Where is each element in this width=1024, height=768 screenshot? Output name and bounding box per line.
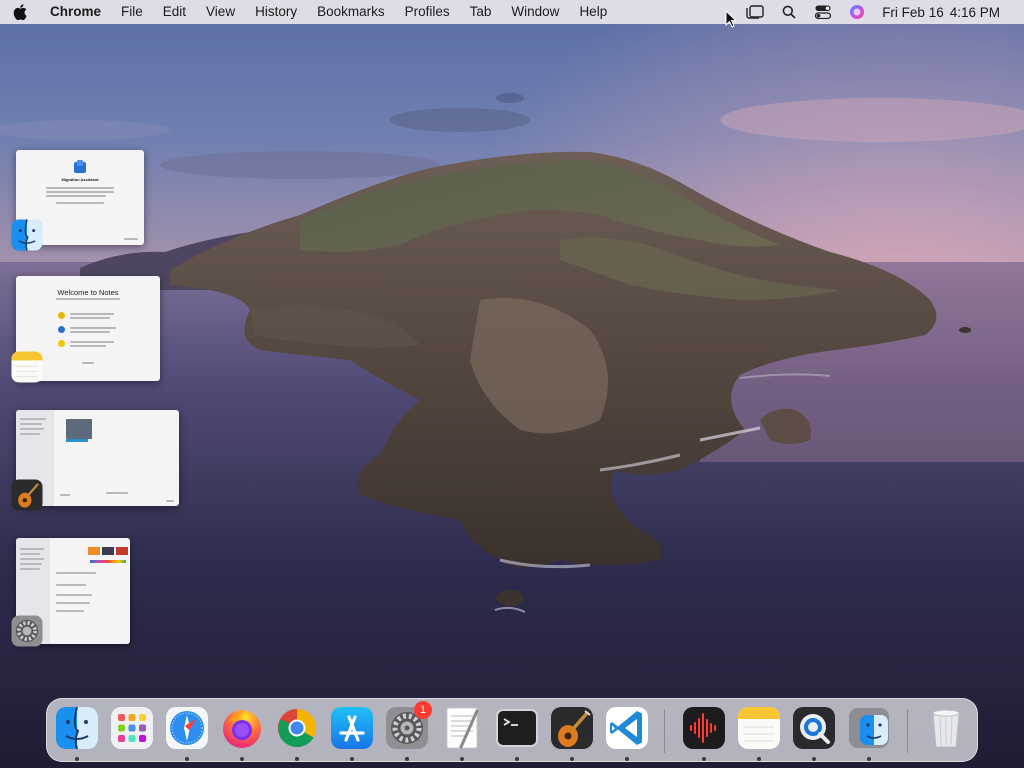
mouse-pointer-icon [725, 9, 738, 33]
running-indicator [702, 757, 706, 761]
dock-item-notes[interactable] [736, 705, 782, 751]
stage-window-notes[interactable]: Welcome to Notes [10, 276, 162, 386]
running-indicator [75, 757, 79, 761]
spotlight-search-icon[interactable] [778, 1, 800, 23]
clock-time: 4:16 PM [949, 4, 1000, 20]
dock-item-launchpad[interactable] [109, 705, 155, 751]
dock-item-safari[interactable] [164, 705, 210, 751]
finder-icon [56, 706, 98, 750]
menu-profiles[interactable]: Profiles [395, 0, 460, 24]
dock-item-chrome[interactable] [274, 705, 320, 751]
thumbnail-title: Welcome to Notes [57, 288, 119, 297]
apple-menu-icon[interactable] [0, 4, 40, 20]
terminal-icon [496, 709, 538, 747]
running-indicator [350, 757, 354, 761]
running-indicator [185, 757, 189, 761]
dock-item-garageband[interactable] [549, 705, 595, 751]
vscode-icon [606, 707, 648, 749]
dock-item-vscode[interactable] [604, 705, 650, 751]
garageband-icon [10, 478, 44, 512]
garageband-icon [551, 707, 593, 749]
stage-window-system-settings[interactable] [10, 538, 134, 650]
migration-assistant-icon [74, 160, 86, 173]
dock-item-audio-recorder[interactable] [681, 705, 727, 751]
dock-item-finder[interactable] [54, 705, 100, 751]
dock-separator [907, 709, 908, 753]
dock-separator [664, 709, 665, 753]
menu-view[interactable]: View [196, 0, 245, 24]
menu-tab[interactable]: Tab [460, 0, 502, 24]
running-indicator [460, 757, 464, 761]
menu-bookmarks[interactable]: Bookmarks [307, 0, 395, 24]
dock-item-firefox[interactable] [219, 705, 265, 751]
dock-item-terminal[interactable] [494, 705, 540, 751]
finder-icon [10, 218, 44, 252]
trash-icon [932, 709, 960, 748]
firefox-icon [223, 710, 261, 748]
running-indicator [240, 757, 244, 761]
menu-app-name[interactable]: Chrome [40, 0, 111, 24]
dock-item-migration-assistant[interactable] [846, 705, 892, 751]
chrome-icon [277, 708, 317, 748]
dock: 1 [46, 698, 978, 762]
stage-window-garageband[interactable] [10, 410, 182, 514]
migration-assistant-icon [849, 708, 889, 748]
running-indicator [570, 757, 574, 761]
dock-item-system-settings[interactable]: 1 [384, 701, 432, 751]
dock-item-app-store[interactable] [329, 705, 375, 751]
running-indicator [295, 757, 299, 761]
stage-manager-icon[interactable] [744, 1, 766, 23]
voice-memos-icon [683, 707, 725, 749]
siri-icon[interactable] [846, 1, 868, 23]
dock-item-quicktime[interactable] [791, 705, 837, 751]
app-store-icon [331, 707, 373, 749]
status-area: Fri Feb 16 4:16 PM [738, 0, 1024, 24]
launchpad-icon [111, 707, 153, 749]
menu-window[interactable]: Window [501, 0, 569, 24]
safari-icon [166, 707, 208, 749]
notification-badge: 1 [414, 701, 432, 719]
menu-help[interactable]: Help [569, 0, 617, 24]
running-indicator [405, 757, 409, 761]
menu-bar-clock[interactable]: Fri Feb 16 4:16 PM [874, 5, 1024, 20]
thumbnail-title: Migration Assistant [61, 177, 99, 182]
quicktime-icon [793, 707, 835, 749]
running-indicator [515, 757, 519, 761]
menu-bar: Chrome File Edit View History Bookmarks … [0, 0, 1024, 24]
running-indicator [812, 757, 816, 761]
dock-item-textedit[interactable] [439, 705, 485, 751]
system-settings-icon [10, 614, 44, 648]
dock-item-trash[interactable] [923, 705, 969, 751]
menu-edit[interactable]: Edit [153, 0, 196, 24]
notes-icon [738, 707, 780, 749]
textedit-icon [446, 707, 479, 749]
running-indicator [625, 757, 629, 761]
menu-file[interactable]: File [111, 0, 153, 24]
running-indicator [757, 757, 761, 761]
clock-date: Fri Feb 16 [882, 4, 944, 20]
stage-window-migration-assistant[interactable]: Migration Assistant [10, 150, 150, 256]
control-center-icon[interactable] [812, 1, 834, 23]
notes-icon [10, 350, 44, 384]
menu-history[interactable]: History [245, 0, 307, 24]
running-indicator [867, 757, 871, 761]
